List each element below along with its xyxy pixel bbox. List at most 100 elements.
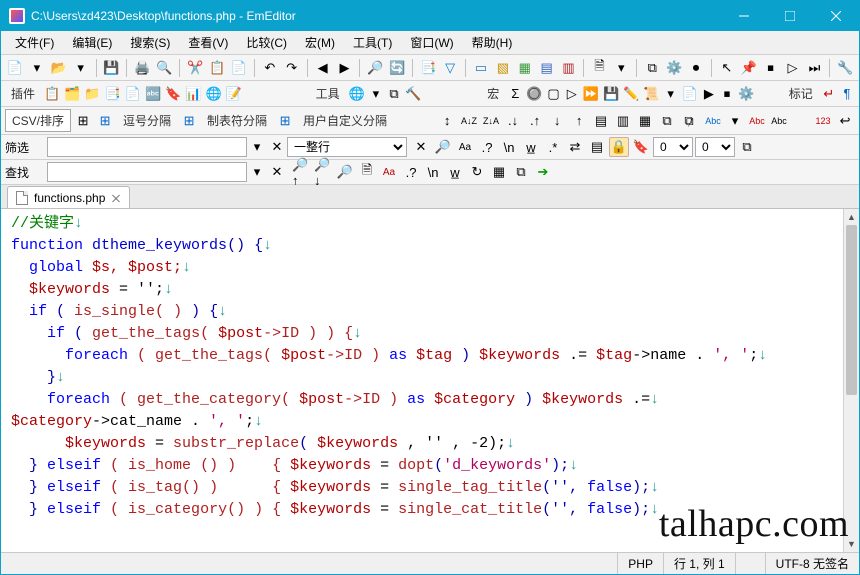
csv-label[interactable]: CSV/排序 — [5, 109, 71, 132]
redo-icon[interactable]: ↷ — [282, 58, 302, 78]
lock-icon[interactable]: 🔒 — [609, 137, 629, 157]
pointer-icon[interactable]: ↖ — [717, 58, 737, 78]
replace-icon[interactable]: 🗎 — [357, 162, 377, 182]
plugin-icon[interactable]: 📑 — [104, 84, 122, 104]
word-icon[interactable]: w̲ — [445, 162, 465, 182]
close-icon[interactable]: ✕ — [267, 162, 287, 182]
vertical-scrollbar[interactable]: ▲ ▼ — [843, 209, 859, 552]
plugin-icon[interactable]: 🗂️ — [63, 84, 81, 104]
plugin-icon[interactable]: 📄 — [124, 84, 142, 104]
macro-icon[interactable]: ⏩ — [582, 84, 600, 104]
print-preview-icon[interactable]: 🔍 — [154, 58, 174, 78]
panel-icon[interactable]: ▦ — [515, 58, 535, 78]
macro-icon[interactable]: ⚙️ — [737, 84, 755, 104]
search-icon[interactable]: 🔎 — [365, 58, 385, 78]
regex-icon[interactable]: .? — [477, 137, 497, 157]
filter-lines-select[interactable]: 0 — [695, 137, 735, 157]
menu-view[interactable]: 查看(V) — [180, 31, 236, 54]
forward-icon[interactable]: ▶ — [335, 58, 355, 78]
plugin-icon[interactable]: 🔖 — [164, 84, 182, 104]
tab-close-icon[interactable] — [111, 193, 121, 203]
status-position[interactable]: 行 1, 列 1 — [663, 553, 735, 574]
plugin-icon[interactable]: 📊 — [184, 84, 202, 104]
sort-az-icon[interactable]: A↓Z — [459, 111, 479, 131]
record-icon[interactable]: ⏺ — [686, 58, 706, 78]
macro-icon[interactable]: ▷ — [564, 84, 580, 104]
open-file-icon[interactable]: 📂 — [49, 58, 69, 78]
undo-icon[interactable]: ↶ — [260, 58, 280, 78]
filter-icon[interactable]: ▦ — [635, 111, 655, 131]
wrap-icon[interactable]: ↩ — [835, 111, 855, 131]
filter-icon[interactable]: ▥ — [613, 111, 633, 131]
csv-tab[interactable]: 制表符分隔 — [201, 110, 273, 131]
macro-icon[interactable]: ✏️ — [622, 84, 640, 104]
scroll-track[interactable] — [844, 225, 859, 536]
print-icon[interactable]: 🖨️ — [132, 58, 152, 78]
plugin-icon[interactable]: 📋 — [43, 84, 61, 104]
macro-icon[interactable]: ▶ — [701, 84, 717, 104]
macro-icon[interactable]: 🔘 — [525, 84, 543, 104]
maximize-button[interactable] — [767, 1, 813, 31]
menu-search[interactable]: 搜索(S) — [122, 31, 178, 54]
close-button[interactable] — [813, 1, 859, 31]
stop-icon[interactable]: ⏹ — [761, 58, 781, 78]
new-file-icon[interactable]: 📄 — [5, 58, 25, 78]
panel-icon[interactable]: ▧ — [493, 58, 513, 78]
cut-icon[interactable]: ✂️ — [185, 58, 205, 78]
menu-macro[interactable]: 宏(M) — [297, 31, 343, 54]
page-icon[interactable]: 🗎 — [589, 58, 609, 78]
window-icon[interactable]: ▭ — [471, 58, 491, 78]
panel-icon[interactable]: ▤ — [537, 58, 557, 78]
sort-icon[interactable]: ↑ — [569, 111, 589, 131]
toggle-icon[interactable]: ⇄ — [565, 137, 585, 157]
cmd-icon[interactable]: ⧉ — [386, 84, 402, 104]
filter-clear-icon[interactable]: ✕ — [411, 137, 431, 157]
menu-help[interactable]: 帮助(H) — [464, 31, 521, 54]
mark-icon[interactable]: ↵ — [821, 84, 837, 104]
back-icon[interactable]: ◀ — [313, 58, 333, 78]
csv-custom[interactable]: 用户自定义分隔 — [297, 110, 393, 131]
sort-icon[interactable]: .↓ — [503, 111, 523, 131]
minimize-button[interactable] — [721, 1, 767, 31]
case-icon[interactable]: Aa — [379, 162, 399, 182]
menu-window[interactable]: 窗口(W) — [402, 31, 461, 54]
dropdown-icon[interactable]: ▾ — [663, 84, 679, 104]
menu-file[interactable]: 文件(F) — [7, 31, 62, 54]
numbers-icon[interactable]: 123 — [813, 111, 833, 131]
scroll-thumb[interactable] — [846, 225, 857, 395]
settings-icon[interactable]: ⧉ — [737, 137, 757, 157]
plugin-icon[interactable]: 🌐 — [205, 84, 223, 104]
copy-icon[interactable]: 📋 — [207, 58, 227, 78]
find-input[interactable] — [47, 162, 247, 182]
gear-icon[interactable]: ⚙️ — [664, 58, 684, 78]
scroll-up-icon[interactable]: ▲ — [844, 209, 859, 225]
pin-icon[interactable]: 📌 — [739, 58, 759, 78]
menu-compare[interactable]: 比较(C) — [238, 31, 295, 54]
scope-icon[interactable]: ▦ — [489, 162, 509, 182]
grid-icon[interactable]: ⊞ — [275, 111, 295, 131]
regex-icon[interactable]: .? — [401, 162, 421, 182]
plugin-icon[interactable]: 📝 — [225, 84, 243, 104]
macro-icon[interactable]: ⏹ — [719, 84, 735, 104]
close-icon[interactable]: ✕ — [267, 137, 287, 157]
dedup-icon[interactable]: ⧉ — [657, 111, 677, 131]
case-icon[interactable]: Aa — [455, 137, 475, 157]
find-next-icon[interactable]: 🔎↓ — [313, 162, 333, 182]
dropdown-icon[interactable]: ▾ — [247, 162, 267, 182]
filter-lines-select[interactable]: 0 — [653, 137, 693, 157]
filter-icon[interactable]: 📑 — [418, 58, 438, 78]
sort-icon[interactable]: ↕ — [437, 111, 457, 131]
macro-icon[interactable]: 📜 — [642, 84, 660, 104]
find-prev-icon[interactable]: 🔎↑ — [291, 162, 311, 182]
options-icon[interactable]: ⧉ — [511, 162, 531, 182]
refresh-icon[interactable]: 🔄 — [387, 58, 407, 78]
dropdown-icon[interactable]: ▾ — [611, 58, 631, 78]
escape-icon[interactable]: \n — [499, 137, 519, 157]
tool-icon[interactable]: 🔧 — [835, 58, 855, 78]
spell-icon[interactable]: Abc — [703, 111, 723, 131]
escape-icon[interactable]: \n — [423, 162, 443, 182]
ie-icon[interactable]: 🌐 — [348, 84, 366, 104]
grid-icon[interactable]: ⊞ — [73, 111, 93, 131]
spell-icon[interactable]: Abc — [769, 111, 789, 131]
word-icon[interactable]: w̲ — [521, 137, 541, 157]
